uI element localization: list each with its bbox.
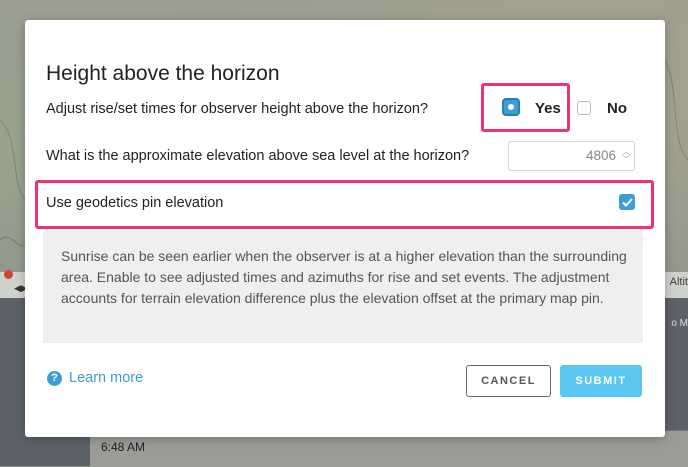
help-link-row[interactable]: ? Learn more <box>47 370 143 386</box>
radio-selected-dot <box>508 104 514 110</box>
yes-radio[interactable] <box>502 98 520 116</box>
submit-button[interactable]: SUBMIT <box>560 365 642 397</box>
adjust-question-label: Adjust rise/set times for observer heigh… <box>46 101 429 117</box>
question-icon: ? <box>47 370 62 386</box>
stepper-icon[interactable]: ︿ ﹀ <box>622 148 630 164</box>
no-label[interactable]: No <box>607 100 627 117</box>
elevation-input[interactable]: 4806 ︿ ﹀ <box>508 141 635 171</box>
info-panel: Sunrise can be seen earlier when the obs… <box>43 231 643 343</box>
checkmark-icon <box>621 197 633 207</box>
elevation-value: 4806 <box>585 148 616 163</box>
learn-more-link[interactable]: Learn more <box>69 370 143 386</box>
elevation-question-label: What is the approximate elevation above … <box>46 148 470 164</box>
geodetics-checkbox[interactable] <box>619 194 635 210</box>
geodetics-label: Use geodetics pin elevation <box>46 195 224 211</box>
event-time: 6:48 AM <box>101 440 146 454</box>
dialog-title: Height above the horizon <box>46 62 280 85</box>
no-radio[interactable] <box>577 101 591 115</box>
cancel-button[interactable]: CANCEL <box>466 365 551 397</box>
map-label-fragment: o M <box>671 318 688 329</box>
yes-label[interactable]: Yes <box>535 100 561 117</box>
height-horizon-dialog: Height above the horizon Adjust rise/set… <box>25 20 665 437</box>
altitude-label: Altit <box>669 276 688 288</box>
map-pin-icon[interactable] <box>4 270 13 279</box>
